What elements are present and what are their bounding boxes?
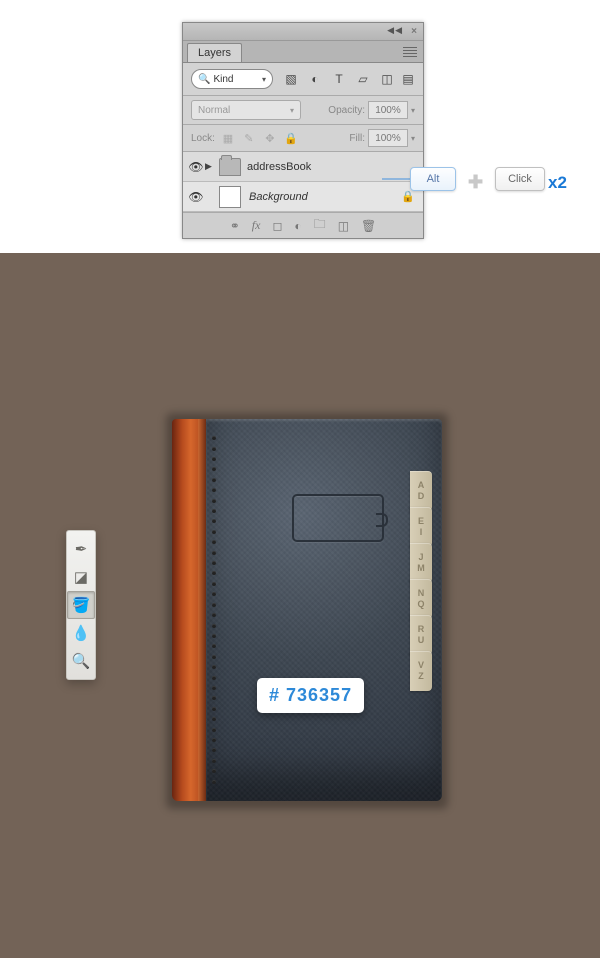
layer-thumbnail xyxy=(219,186,241,208)
fill-input[interactable]: 100% xyxy=(368,129,408,147)
index-tab: EI xyxy=(410,507,432,547)
filter-shape-icon[interactable]: ▱ xyxy=(355,71,371,87)
lock-row: Lock: ▦ ✎ ✥ 🔒 Fill: 100% ▾ xyxy=(183,125,423,152)
blend-mode-value: Normal xyxy=(198,105,230,116)
layer-name: Background xyxy=(249,191,308,203)
cover-label-plate xyxy=(292,494,384,542)
panel-menu-icon[interactable] xyxy=(403,46,417,58)
blur-tool-icon[interactable]: 💧 xyxy=(67,619,95,647)
filter-toggle-icon[interactable]: ▤ xyxy=(401,71,415,87)
lock-image-icon[interactable]: ✎ xyxy=(242,131,256,145)
lock-all-icon[interactable]: 🔒 xyxy=(284,131,298,145)
collapse-arrows-icon[interactable]: ◀◀ xyxy=(387,25,403,36)
filter-adjust-icon[interactable]: ◐ xyxy=(307,71,323,87)
lock-position-icon[interactable]: ✥ xyxy=(263,131,277,145)
index-tabs: ADEIJMNQRUVZ xyxy=(410,471,432,687)
panel-tab-row: Layers xyxy=(183,41,423,63)
gradient-tool-icon[interactable]: ✒ xyxy=(67,535,95,563)
layer-name: addressBook xyxy=(247,161,311,173)
group-icon[interactable]: 🗀 xyxy=(314,215,326,236)
mask-icon[interactable]: ◻ xyxy=(272,219,282,233)
address-book-artwork: ADEIJMNQRUVZ # 736357 xyxy=(172,419,442,801)
filter-smart-icon[interactable]: ◫ xyxy=(379,71,395,87)
blend-mode-select[interactable]: Normal ▾ xyxy=(191,100,301,120)
chevron-down-icon: ▾ xyxy=(262,75,266,84)
layers-panel: ◀◀ × Layers 🔍 Kind ▾ ▧ ◐ T ▱ ◫ ▤ Normal … xyxy=(182,22,424,239)
filter-row: 🔍 Kind ▾ ▧ ◐ T ▱ ◫ ▤ xyxy=(183,63,423,96)
filter-kind-select[interactable]: 🔍 Kind ▾ xyxy=(191,69,273,89)
panel-header: ◀◀ × xyxy=(183,23,423,41)
filter-icons: ▧ ◐ T ▱ ◫ xyxy=(283,71,395,87)
key-click: Click xyxy=(495,167,545,191)
chevron-down-icon: ▾ xyxy=(290,106,294,115)
folder-icon xyxy=(219,158,241,176)
index-tab: VZ xyxy=(410,651,432,691)
adjustment-icon[interactable]: ◐ xyxy=(294,219,301,233)
chevron-down-icon[interactable]: ▾ xyxy=(411,134,415,143)
eraser-tool-icon[interactable]: ◪ xyxy=(67,563,95,591)
layer-row-background[interactable]: 👁 Background 🔒 xyxy=(183,182,423,212)
hex-color-badge: # 736357 xyxy=(257,678,364,713)
lock-label: Lock: xyxy=(191,133,215,144)
close-icon[interactable]: × xyxy=(411,26,417,37)
visibility-icon[interactable]: 👁 xyxy=(187,190,205,204)
opacity-input[interactable]: 100% xyxy=(368,101,408,119)
lock-icon[interactable]: 🔒 xyxy=(401,190,415,203)
link-icon[interactable]: ⚭ xyxy=(230,219,240,233)
fx-icon[interactable]: fx xyxy=(252,218,261,233)
chevron-down-icon[interactable]: ▾ xyxy=(411,106,415,115)
plus-icon: ✚ xyxy=(468,172,483,193)
filter-type-icon[interactable]: T xyxy=(331,71,347,87)
new-layer-icon[interactable]: ◫ xyxy=(338,219,349,233)
bucket-tool-icon[interactable]: 🪣 xyxy=(67,591,95,619)
index-tab: RU xyxy=(410,615,432,655)
dodge-tool-icon[interactable]: 🔍 xyxy=(67,647,95,675)
fill-label: Fill: xyxy=(349,133,365,144)
filter-kind-label: Kind xyxy=(213,74,233,85)
search-icon: 🔍 xyxy=(198,74,210,85)
index-tab: AD xyxy=(410,471,432,511)
filter-pixel-icon[interactable]: ▧ xyxy=(283,71,299,87)
trash-icon[interactable]: 🗑 xyxy=(361,219,376,233)
opacity-label: Opacity: xyxy=(328,105,365,116)
multiplier-label: x2 xyxy=(548,173,567,193)
lock-transparent-icon[interactable]: ▦ xyxy=(221,131,235,145)
tab-layers[interactable]: Layers xyxy=(187,43,242,62)
disclosure-icon[interactable]: ▶ xyxy=(205,161,219,172)
visibility-icon[interactable]: 👁 xyxy=(187,160,205,174)
layer-list: 👁 ▶ addressBook 👁 Background 🔒 xyxy=(183,152,423,212)
mini-toolbar: ✒ ◪ 🪣 💧 🔍 xyxy=(66,530,96,680)
key-alt: Alt xyxy=(410,167,456,191)
index-tab: NQ xyxy=(410,579,432,619)
panel-footer: ⚭ fx ◻ ◐ 🗀 ◫ 🗑 xyxy=(183,212,423,238)
index-tab: JM xyxy=(410,543,432,583)
callout-connector xyxy=(382,178,410,180)
blend-row: Normal ▾ Opacity: 100% ▾ xyxy=(183,96,423,125)
